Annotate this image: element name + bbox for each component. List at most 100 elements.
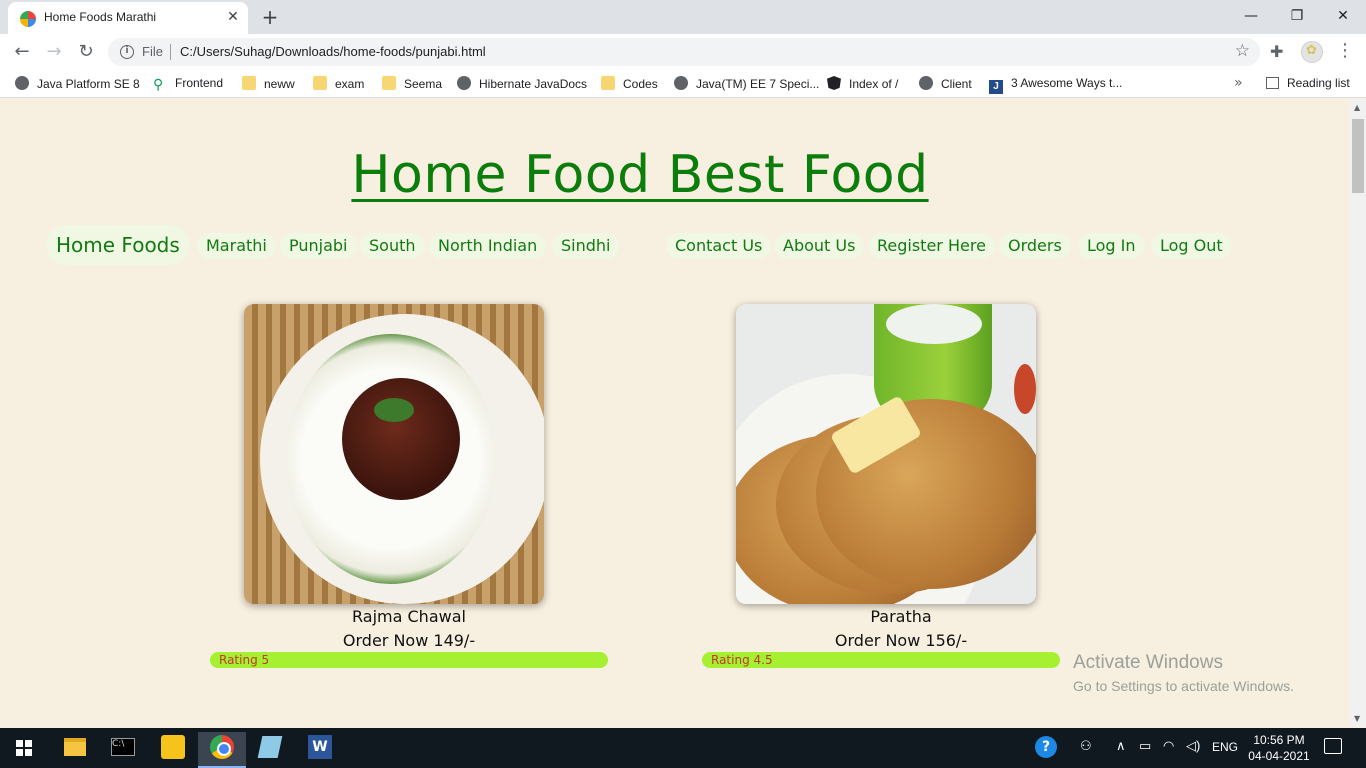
minimize-button[interactable]: — bbox=[1228, 4, 1274, 28]
page-scrollbar[interactable]: ▲ ▼ bbox=[1350, 99, 1366, 727]
notifications-icon[interactable] bbox=[1324, 738, 1342, 754]
nav-register-here[interactable]: Register Here bbox=[868, 233, 995, 259]
reading-list-button[interactable]: Reading list bbox=[1266, 76, 1350, 90]
close-window-button[interactable]: ✕ bbox=[1320, 4, 1366, 28]
tab-favicon-icon bbox=[20, 11, 36, 27]
more-bookmarks-chevron-icon[interactable]: » bbox=[1234, 75, 1243, 91]
command-prompt-icon[interactable]: C:\ bbox=[111, 738, 135, 756]
order-now-price[interactable]: Order Now 149/- bbox=[244, 631, 574, 650]
menu-kebab-icon[interactable]: ⋮ bbox=[1336, 40, 1354, 61]
clock-date: 04-04-2021 bbox=[1248, 749, 1310, 763]
help-icon[interactable]: ? bbox=[1035, 736, 1057, 758]
media-player-icon[interactable] bbox=[161, 735, 185, 759]
bookmark-codes[interactable]: Codes bbox=[601, 76, 658, 92]
herb-garnish-graphic bbox=[374, 398, 414, 422]
forward-arrow-icon[interactable]: → bbox=[42, 40, 66, 64]
rating-bar: Rating 5 bbox=[210, 652, 608, 668]
bookmark-star-icon[interactable]: ☆ bbox=[1235, 41, 1250, 61]
dish-name: Rajma Chawal bbox=[352, 607, 466, 626]
wifi-icon[interactable]: ◠ bbox=[1163, 738, 1174, 754]
url-text[interactable]: C:/Users/Suhag/Downloads/home-foods/punj… bbox=[180, 44, 486, 59]
app-icon[interactable] bbox=[257, 736, 283, 758]
dish-name: Paratha bbox=[870, 607, 932, 626]
rating-fill bbox=[210, 652, 608, 668]
extensions-puzzle-icon[interactable]: ✚ bbox=[1270, 42, 1283, 61]
reading-list-icon bbox=[1266, 77, 1279, 89]
order-now-price[interactable]: Order Now 156/- bbox=[736, 631, 1066, 650]
nav-log-in[interactable]: Log In bbox=[1078, 233, 1145, 259]
globe-icon bbox=[457, 76, 471, 90]
j-icon: J bbox=[989, 80, 1003, 94]
scrollbar-thumb[interactable] bbox=[1352, 119, 1364, 193]
rajma-chawal-image[interactable] bbox=[244, 304, 544, 604]
battery-icon[interactable]: ▭ bbox=[1139, 738, 1151, 754]
site-title: Home Food Best Food bbox=[351, 145, 929, 205]
people-icon[interactable]: ⚇ bbox=[1080, 738, 1092, 754]
pin-icon: ⚲ bbox=[153, 76, 164, 92]
folder-icon bbox=[382, 76, 396, 90]
scroll-up-icon[interactable]: ▲ bbox=[1354, 103, 1360, 112]
bookmark-exam[interactable]: exam bbox=[313, 76, 364, 92]
bookmark-neww[interactable]: neww bbox=[242, 76, 295, 92]
address-bar[interactable]: i File C:/Users/Suhag/Downloads/home-foo… bbox=[108, 38, 1260, 66]
folder-icon bbox=[242, 76, 256, 90]
bookmark-java-platform[interactable]: Java Platform SE 8 bbox=[15, 76, 140, 92]
profile-avatar[interactable] bbox=[1301, 41, 1323, 63]
bookmark-frontend[interactable]: ⚲ Frontend bbox=[153, 76, 223, 92]
angular-icon bbox=[827, 76, 841, 90]
rating-bar: Rating 4.5 bbox=[702, 652, 1100, 668]
bookmarks-bar: Java Platform SE 8 ⚲ Frontend neww exam S… bbox=[0, 70, 1366, 98]
bookmark-index-of[interactable]: Index of / bbox=[827, 76, 898, 92]
reload-icon[interactable]: ↻ bbox=[74, 40, 98, 64]
nav-contact-us[interactable]: Contact Us bbox=[666, 233, 772, 259]
nav-sindhi[interactable]: Sindhi bbox=[552, 233, 620, 259]
tab-title: Home Foods Marathi bbox=[44, 10, 157, 24]
browser-tab[interactable]: Home Foods Marathi ✕ bbox=[8, 2, 248, 34]
nav-brand-home-foods[interactable]: Home Foods bbox=[46, 225, 190, 265]
tab-close-icon[interactable]: ✕ bbox=[224, 8, 242, 26]
folder-icon bbox=[601, 76, 615, 90]
nav-log-out[interactable]: Log Out bbox=[1151, 233, 1232, 259]
chrome-icon[interactable] bbox=[210, 735, 234, 759]
watermark-line-2: Go to Settings to activate Windows. bbox=[1073, 678, 1294, 694]
rajma-curry-graphic bbox=[342, 378, 460, 500]
rating-label: Rating 4.5 bbox=[711, 653, 773, 667]
restore-button[interactable]: ❐ bbox=[1274, 4, 1320, 28]
windows-start-icon[interactable] bbox=[16, 740, 32, 756]
volume-icon[interactable]: ◁) bbox=[1186, 738, 1200, 754]
language-indicator[interactable]: ENG bbox=[1212, 740, 1238, 754]
nav-punjabi[interactable]: Punjabi bbox=[280, 233, 357, 259]
curd-graphic bbox=[886, 304, 982, 344]
url-scheme: File bbox=[142, 44, 163, 59]
bookmark-java-ee[interactable]: Java(TM) EE 7 Speci... bbox=[674, 76, 819, 92]
bookmark-hibernate[interactable]: Hibernate JavaDocs bbox=[457, 76, 587, 92]
site-info-icon[interactable]: i bbox=[120, 45, 134, 59]
url-separator bbox=[170, 44, 171, 60]
new-tab-button[interactable]: + bbox=[260, 5, 280, 29]
paratha-image[interactable] bbox=[736, 304, 1036, 604]
bookmark-seema[interactable]: Seema bbox=[382, 76, 442, 92]
rating-label: Rating 5 bbox=[219, 653, 270, 667]
globe-icon bbox=[674, 76, 688, 90]
scroll-down-icon[interactable]: ▼ bbox=[1354, 714, 1360, 723]
globe-icon bbox=[919, 76, 933, 90]
globe-icon bbox=[15, 76, 29, 90]
page-content: Home Food Best Food Home Foods Marathi P… bbox=[0, 99, 1350, 727]
chili-graphic bbox=[1014, 364, 1036, 414]
activate-windows-watermark: Activate Windows Go to Settings to activ… bbox=[1073, 652, 1294, 694]
watermark-line-1: Activate Windows bbox=[1073, 652, 1223, 673]
nav-north-indian[interactable]: North Indian bbox=[429, 233, 547, 259]
system-clock[interactable]: 10:56 PM 04-04-2021 bbox=[1248, 732, 1310, 764]
word-icon[interactable]: W bbox=[308, 735, 332, 759]
nav-marathi[interactable]: Marathi bbox=[197, 233, 276, 259]
windows-taskbar: C:\ W ? ⚇ ∧ ▭ ◠ ◁) ENG 10:56 PM 04-04-20… bbox=[0, 728, 1366, 768]
bookmark-client[interactable]: Client bbox=[919, 76, 972, 92]
show-hidden-icons-chevron-icon[interactable]: ∧ bbox=[1116, 738, 1126, 754]
file-explorer-icon[interactable] bbox=[64, 738, 86, 756]
tab-strip: Home Foods Marathi ✕ + — ❐ ✕ bbox=[0, 0, 1366, 34]
nav-about-us[interactable]: About Us bbox=[774, 233, 865, 259]
nav-orders[interactable]: Orders bbox=[999, 233, 1071, 259]
bookmark-awesome-ways[interactable]: J3 Awesome Ways t... bbox=[989, 76, 1122, 94]
back-arrow-icon[interactable]: ← bbox=[10, 40, 34, 64]
nav-south[interactable]: South bbox=[360, 233, 425, 259]
